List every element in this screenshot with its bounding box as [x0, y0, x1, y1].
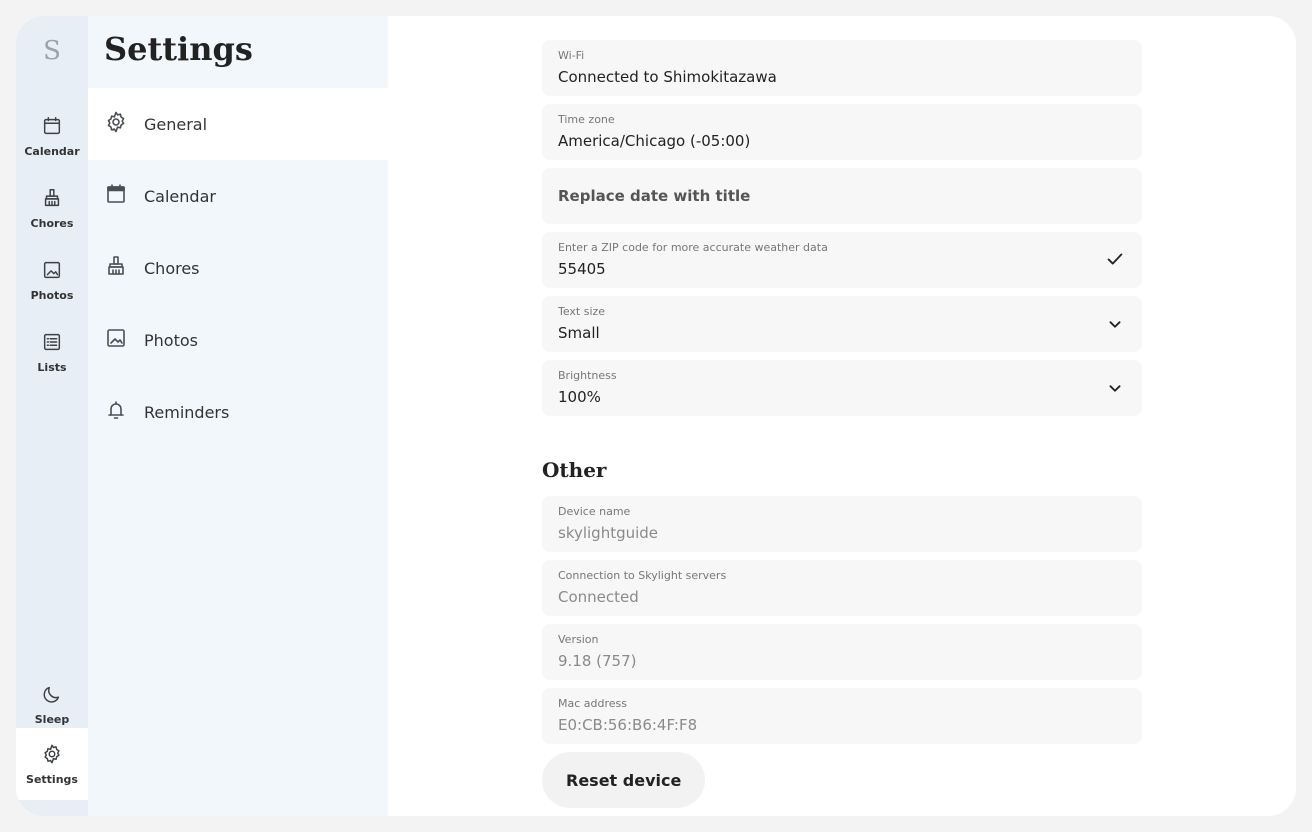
field-label: Wi-Fi — [558, 49, 585, 62]
rail-item-label: Photos — [30, 288, 74, 302]
field-value: Small — [558, 324, 600, 342]
calendar-icon — [41, 115, 63, 141]
gear-icon — [104, 110, 128, 138]
zip-code-input[interactable]: Enter a ZIP code for more accurate weath… — [542, 232, 1142, 288]
field-label: Connection to Skylight servers — [558, 569, 727, 582]
field-label: Mac address — [558, 697, 627, 710]
checkmark-icon[interactable] — [1104, 248, 1126, 270]
chevron-down-icon — [1104, 313, 1126, 335]
settings-content: Wi-Fi Connected to Shimokitazawa Time zo… — [388, 16, 1296, 816]
rail-item-settings[interactable]: Settings — [16, 728, 88, 800]
field-value: 9.18 (757) — [558, 652, 637, 670]
app-window: S Calendar Chores Photos Lists Sleep Set… — [16, 16, 1296, 816]
brightness-select[interactable]: Brightness 100% — [542, 360, 1142, 416]
photo-icon — [104, 326, 128, 354]
bell-icon — [104, 398, 128, 426]
chevron-down-icon — [1104, 377, 1126, 399]
rail-item-label: Sleep — [34, 712, 70, 726]
version-field: Version 9.18 (757) — [542, 624, 1142, 680]
sidebar-item-photos[interactable]: Photos — [88, 304, 388, 376]
server-connection-field: Connection to Skylight servers Connected — [542, 560, 1142, 616]
sidebar-item-label: Chores — [144, 258, 200, 278]
rail-item-calendar[interactable]: Calendar — [16, 100, 88, 172]
sidebar-item-label: Calendar — [144, 186, 216, 206]
timezone-field[interactable]: Time zone America/Chicago (-05:00) — [542, 104, 1142, 160]
rail-item-label: Calendar — [24, 144, 80, 158]
field-value: skylightguide — [558, 524, 659, 542]
field-value: Connected — [558, 588, 639, 606]
primary-nav-rail: S Calendar Chores Photos Lists Sleep Set… — [16, 16, 88, 816]
field-value: America/Chicago (-05:00) — [558, 132, 751, 150]
field-label: Device name — [558, 505, 631, 518]
field-value: E0:CB:56:B6:4F:F8 — [558, 716, 698, 734]
app-logo: S — [43, 36, 61, 66]
field-value: Connected to Shimokitazawa — [558, 68, 777, 86]
field-label: Brightness — [558, 369, 617, 382]
wifi-field[interactable]: Wi-Fi Connected to Shimokitazawa — [542, 40, 1142, 96]
broom-icon — [41, 187, 63, 213]
section-title-other: Other — [542, 458, 607, 482]
list-icon — [41, 331, 63, 357]
field-label: Text size — [558, 305, 606, 318]
rail-item-label: Settings — [26, 772, 78, 786]
mac-address-field: Mac address E0:CB:56:B6:4F:F8 — [542, 688, 1142, 744]
field-label: Version — [558, 633, 599, 646]
sidebar-item-calendar[interactable]: Calendar — [88, 160, 388, 232]
sidebar-item-reminders[interactable]: Reminders — [88, 376, 388, 448]
rail-item-lists[interactable]: Lists — [16, 316, 88, 388]
field-value: 100% — [558, 388, 601, 406]
field-label: Enter a ZIP code for more accurate weath… — [558, 241, 828, 254]
device-name-field: Device name skylightguide — [542, 496, 1142, 552]
broom-icon — [104, 254, 128, 282]
settings-sidebar: Settings General Calendar Chores Photos — [88, 16, 388, 816]
sidebar-item-label: Photos — [144, 330, 198, 350]
rail-item-chores[interactable]: Chores — [16, 172, 88, 244]
photo-icon — [41, 259, 63, 285]
page-title: Settings — [104, 30, 253, 68]
reset-device-button[interactable]: Reset device — [542, 752, 706, 808]
field-label: Time zone — [558, 113, 615, 126]
calendar-icon — [104, 182, 128, 210]
gear-icon — [41, 743, 63, 769]
replace-date-toggle-row[interactable]: Replace date with title — [542, 168, 1142, 224]
field-value: 55405 — [558, 260, 606, 278]
text-size-select[interactable]: Text size Small — [542, 296, 1142, 352]
moon-icon — [41, 683, 63, 709]
sidebar-item-label: Reminders — [144, 402, 230, 422]
rail-item-label: Lists — [37, 360, 67, 374]
rail-item-label: Chores — [30, 216, 74, 230]
rail-item-photos[interactable]: Photos — [16, 244, 88, 316]
field-value: Replace date with title — [558, 187, 751, 205]
sidebar-item-label: General — [144, 114, 208, 134]
sidebar-item-general[interactable]: General — [88, 88, 388, 160]
sidebar-item-chores[interactable]: Chores — [88, 232, 388, 304]
